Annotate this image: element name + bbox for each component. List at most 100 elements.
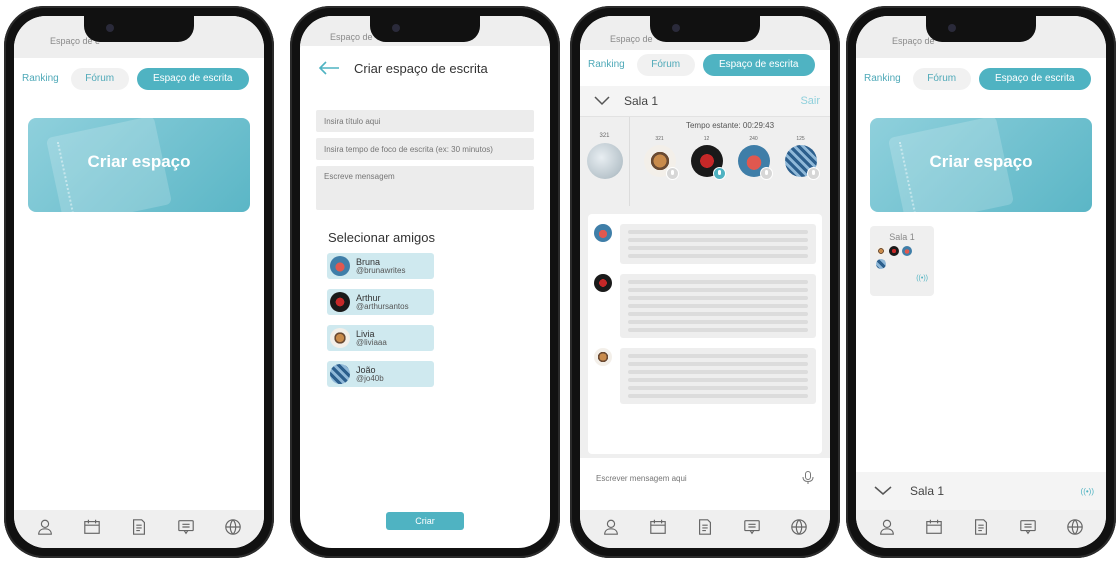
document-icon[interactable] (128, 516, 150, 538)
status-text: Espaço de (892, 36, 935, 46)
back-arrow-icon[interactable] (318, 61, 340, 75)
screen: Espaço de Ranking Fórum Espaço de escrit… (856, 16, 1106, 548)
create-space-label: Criar espaço (87, 152, 191, 171)
tab-ranking[interactable]: Ranking (18, 68, 63, 90)
chat-area (580, 206, 830, 458)
focus-time-input[interactable] (316, 138, 534, 160)
create-space-card[interactable]: Criar espaço (28, 118, 250, 212)
chat-icon[interactable] (741, 516, 763, 538)
room-card[interactable]: Sala 1 ((•)) (870, 226, 934, 296)
tab-writing-space[interactable]: Espaço de escrita (978, 68, 1091, 90)
message-item (594, 224, 816, 264)
chat-icon[interactable] (1017, 516, 1039, 538)
globe-icon[interactable] (222, 516, 244, 538)
mic-icon (665, 167, 679, 180)
status-text: Espaço de (610, 34, 653, 44)
tab-bar: Ranking Fórum Espaço de escrita (856, 58, 1106, 90)
avatar (330, 328, 350, 348)
avatar (330, 364, 350, 384)
calendar-icon[interactable] (647, 516, 669, 538)
globe-icon[interactable] (788, 516, 810, 538)
avatar (330, 256, 350, 276)
create-button[interactable]: Criar (386, 512, 464, 530)
friend-item-bruna[interactable]: Bruna @brunawrites (327, 253, 434, 279)
member-item[interactable]: 240 (734, 136, 774, 180)
select-friends-title: Selecionar amigos (328, 230, 435, 245)
friend-item-livia[interactable]: Livia @liviaaa (327, 325, 434, 351)
chevron-down-icon[interactable] (594, 96, 610, 106)
avatar-wrap (690, 145, 726, 180)
tab-bar: Ranking Fórum Espaço de escrita (580, 50, 830, 76)
room-name: Sala 1 (910, 484, 945, 498)
tab-writing-space[interactable]: Espaço de escrita (702, 54, 815, 76)
profile-icon[interactable] (34, 516, 56, 538)
chevron-down-icon[interactable] (874, 486, 892, 496)
member-item[interactable]: 125 (781, 136, 821, 180)
profile-icon[interactable] (600, 516, 622, 538)
page-title: Criar espaço de escrita (354, 60, 488, 76)
create-header: Criar espaço de escrita (300, 46, 550, 90)
avatar-wrap (737, 145, 773, 180)
screen: Espaço de Criar espaço de escrita Seleci… (300, 16, 550, 548)
tab-forum[interactable]: Fórum (70, 68, 129, 90)
avatar (594, 274, 612, 292)
notch (84, 16, 194, 42)
avatar (876, 259, 886, 269)
tab-forum[interactable]: Fórum (912, 68, 971, 90)
message-input[interactable] (596, 473, 802, 483)
tab-forum[interactable]: Fórum (636, 54, 695, 76)
screen: Espaço de Ranking Fórum Espaço de escrit… (580, 16, 830, 548)
room-header: Sala 1 Sair (580, 86, 830, 116)
member-points: 240 (749, 136, 758, 142)
member-points: 125 (796, 136, 805, 142)
bottom-nav (580, 510, 830, 548)
tab-ranking[interactable]: Ranking (860, 68, 905, 90)
status-text: Espaço de (330, 32, 373, 42)
members-panel: Tempo estante: 00:29:43 321 12 240 125 (630, 117, 830, 206)
calendar-icon[interactable] (923, 516, 945, 538)
member-points: 321 (655, 136, 664, 142)
friend-item-joao[interactable]: João @jo40b (327, 361, 434, 387)
member-points: 12 (703, 136, 710, 142)
member-item[interactable]: 12 (687, 136, 727, 180)
tab-bar: Ranking Fórum Espaço de escrita (14, 58, 264, 90)
microphone-icon[interactable] (802, 471, 814, 485)
profile-icon[interactable] (876, 516, 898, 538)
chat-panel (588, 214, 822, 454)
document-icon[interactable] (694, 516, 716, 538)
chat-icon[interactable] (175, 516, 197, 538)
document-icon[interactable] (970, 516, 992, 538)
session-panel: 321 Tempo estante: 00:29:43 321 12 240 1… (580, 116, 830, 206)
message-bubble (620, 274, 816, 338)
globe-icon[interactable] (1064, 516, 1086, 538)
avatar (902, 246, 912, 256)
phone-room: Espaço de Ranking Fórum Espaço de escrit… (570, 6, 840, 558)
friend-item-arthur[interactable]: Arthur @arthursantos (327, 289, 434, 315)
bottom-nav (856, 510, 1106, 548)
message-input-row (588, 464, 822, 492)
member-item[interactable]: 321 (640, 136, 680, 180)
message-input[interactable] (316, 166, 534, 210)
avatar (594, 348, 612, 366)
message-item (594, 274, 816, 338)
active-room-bar[interactable]: Sala 1 ((•)) (856, 472, 1106, 510)
avatar-wrap (643, 145, 679, 180)
calendar-icon[interactable] (81, 516, 103, 538)
title-input[interactable] (316, 110, 534, 132)
screen: Espaço de e Ranking Fórum Espaço de escr… (14, 16, 264, 548)
avatar (876, 246, 886, 256)
notch (926, 16, 1036, 42)
leave-button[interactable]: Sair (800, 95, 820, 107)
tab-ranking[interactable]: Ranking (584, 54, 629, 76)
avatar (330, 292, 350, 312)
room-card-avatars (876, 246, 924, 269)
create-space-card[interactable]: Criar espaço (870, 118, 1092, 212)
avatar (889, 246, 899, 256)
tab-writing-space[interactable]: Espaço de escrita (136, 68, 249, 90)
mic-icon (806, 167, 820, 180)
friend-name: Arthur (356, 292, 381, 303)
mic-icon (712, 167, 726, 180)
my-points: 321 (599, 133, 610, 139)
message-bubble (620, 348, 816, 404)
